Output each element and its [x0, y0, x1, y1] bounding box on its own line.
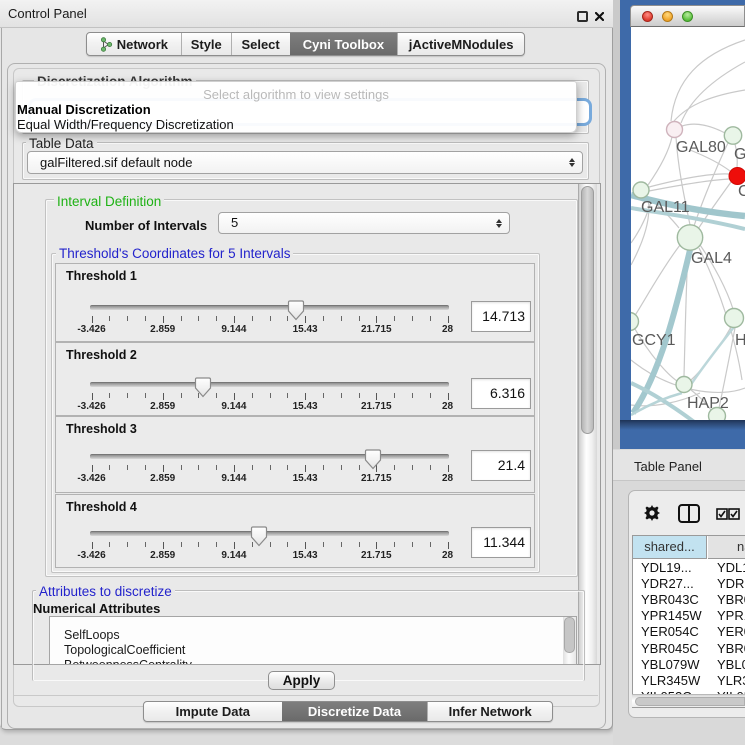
svg-text:GCY1: GCY1	[632, 332, 676, 349]
svg-text:HAP2: HAP2	[687, 395, 729, 412]
svg-text:GA: GA	[734, 146, 745, 163]
svg-text:C: C	[738, 183, 745, 200]
svg-text:GAL4: GAL4	[691, 250, 732, 267]
svg-text:GAL11: GAL11	[641, 199, 690, 216]
svg-text:GAL80: GAL80	[676, 139, 726, 156]
svg-text:H: H	[735, 332, 745, 349]
